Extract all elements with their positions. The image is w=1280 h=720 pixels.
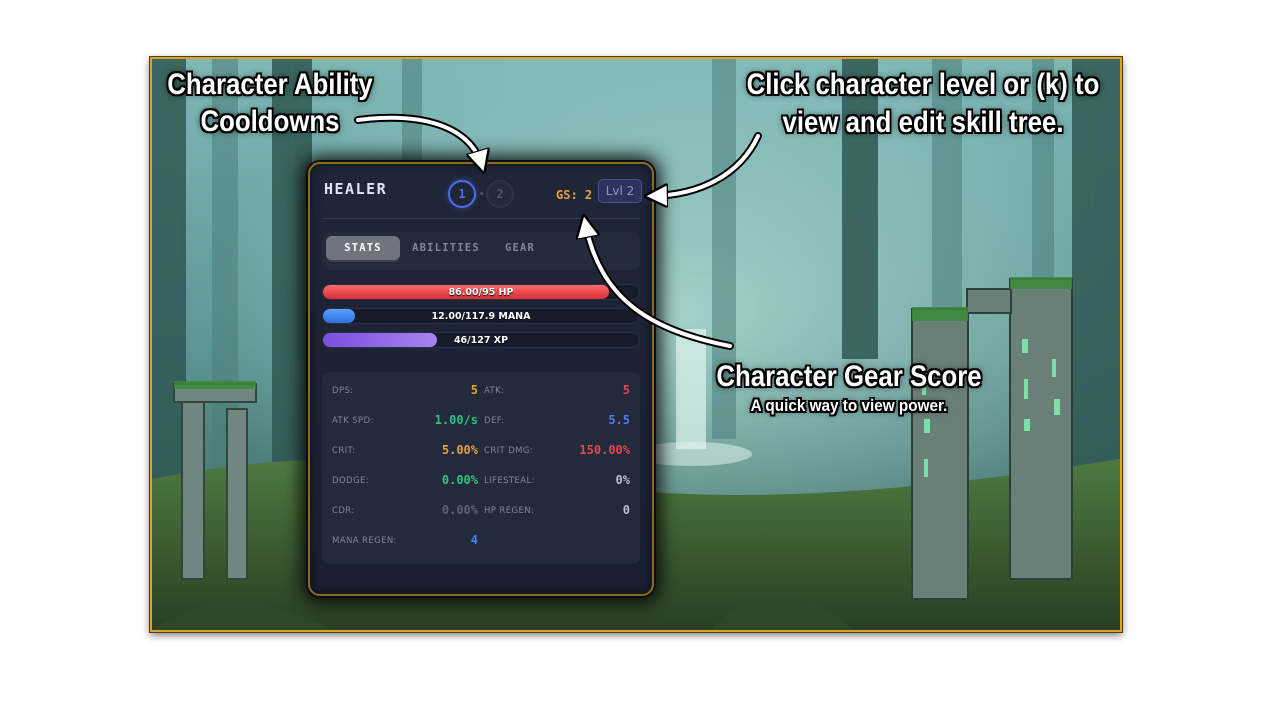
mana-bar: 12.00/117.9 MANA bbox=[322, 308, 640, 324]
stat-hp-regen: HP REGEN: 0 bbox=[484, 502, 630, 522]
character-panel: HEALER 1 2 GS: 2 Lvl 2 STATS ABILITIES G… bbox=[308, 162, 654, 596]
stat-value: 5 bbox=[622, 383, 630, 397]
cooldowns-annotation-line1: Character Ability bbox=[167, 68, 373, 101]
stat-label: LIFESTEAL: bbox=[484, 476, 535, 486]
tab-gear[interactable]: GEAR bbox=[492, 236, 548, 260]
stat-value: 0.00% bbox=[441, 503, 478, 517]
cooldown-separator-dot bbox=[480, 192, 483, 195]
mana-bar-text: 12.00/117.9 MANA bbox=[431, 310, 531, 322]
gear-score: GS: 2 bbox=[556, 188, 593, 202]
stat-label: CDR: bbox=[332, 506, 355, 516]
class-title: HEALER bbox=[324, 180, 388, 198]
stat-label: MANA REGEN: bbox=[332, 536, 397, 546]
stat-value: 1.00/s bbox=[434, 413, 478, 427]
tab-abilities[interactable]: ABILITIES bbox=[408, 236, 484, 260]
stat-value: 4 bbox=[470, 533, 478, 547]
stat-cdr: CDR: 0.00% bbox=[332, 502, 478, 522]
panel-tabs: STATS ABILITIES GEAR bbox=[322, 232, 640, 270]
stat-crit-dmg: CRIT DMG: 150.00% bbox=[484, 442, 630, 462]
panel-header: HEALER 1 2 GS: 2 Lvl 2 bbox=[324, 179, 642, 220]
gear-score-annotation: Character Gear Score bbox=[716, 360, 982, 393]
stat-label: CRIT DMG: bbox=[484, 446, 534, 456]
stat-value: 5.5 bbox=[608, 413, 630, 427]
stat-label: HP REGEN: bbox=[484, 506, 535, 516]
stat-label: CRIT: bbox=[332, 446, 356, 456]
stat-value: 150.00% bbox=[579, 443, 630, 457]
stat-atk-spd: ATK SPD: 1.00/s bbox=[332, 412, 478, 432]
stat-crit: CRIT: 5.00% bbox=[332, 442, 478, 462]
tab-stats[interactable]: STATS bbox=[326, 236, 400, 260]
level-button[interactable]: Lvl 2 bbox=[598, 179, 642, 203]
stat-mana-regen: MANA REGEN: 4 bbox=[332, 532, 478, 552]
stat-label: DEF: bbox=[484, 416, 505, 426]
stat-dodge: DODGE: 0.00% bbox=[332, 472, 478, 492]
stat-label: DPS: bbox=[332, 386, 354, 396]
stat-atk: ATK: 5 bbox=[484, 382, 630, 402]
ability-cooldown-1[interactable]: 1 bbox=[448, 180, 476, 208]
stat-value: 0.00% bbox=[441, 473, 478, 487]
xp-bar-text: 46/127 XP bbox=[453, 334, 509, 346]
stat-value: 5.00% bbox=[441, 443, 478, 457]
stat-label: ATK: bbox=[484, 386, 505, 396]
skill-tree-annotation-line2: view and edit skill tree. bbox=[782, 106, 1064, 139]
stat-dps: DPS: 5 bbox=[332, 382, 478, 402]
gear-score-annotation-sub: A quick way to view power. bbox=[750, 396, 948, 415]
hp-bar: 86.00/95 HP bbox=[322, 284, 640, 300]
stat-lifesteal: LIFESTEAL: 0% bbox=[484, 472, 630, 492]
stat-def: DEF: 5.5 bbox=[484, 412, 630, 432]
skill-tree-annotation-line1: Click character level or (k) to bbox=[746, 68, 1100, 101]
stat-value: 0 bbox=[622, 503, 630, 517]
stat-value: 0% bbox=[615, 473, 630, 487]
stat-label: ATK SPD: bbox=[332, 416, 374, 426]
header-divider bbox=[322, 218, 640, 219]
stat-label: DODGE: bbox=[332, 476, 370, 486]
hp-bar-text: 86.00/95 HP bbox=[448, 286, 514, 298]
xp-bar: 46/127 XP bbox=[322, 332, 640, 348]
stat-value: 5 bbox=[470, 383, 478, 397]
cooldowns-annotation-line2: Cooldowns bbox=[200, 105, 340, 138]
stats-grid: DPS: 5 ATK: 5 ATK SPD: 1.00/s DEF: 5.5 C… bbox=[322, 372, 640, 564]
ability-cooldown-2[interactable]: 2 bbox=[486, 180, 514, 208]
